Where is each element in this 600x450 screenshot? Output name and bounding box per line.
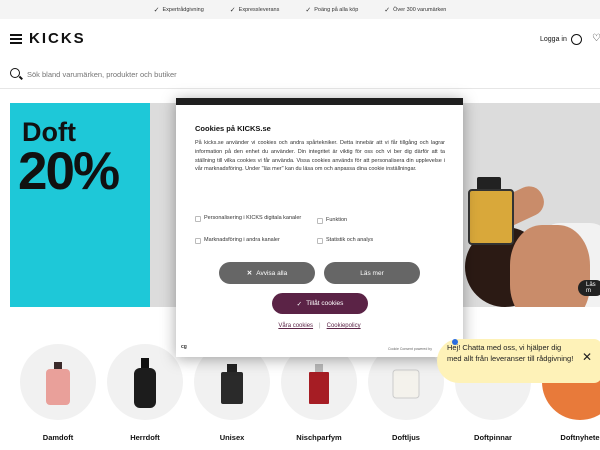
checkbox-icon [317,238,323,244]
hero-discount: 20% [18,142,120,201]
check-icon: ✓ [153,6,160,14]
site-header: KICKS Logga in ♡ [0,19,600,59]
check-icon: ✓ [384,6,391,14]
close-icon[interactable]: ✕ [582,351,592,362]
category-label: Nischparfym [296,433,342,442]
cookie-settings-logo[interactable]: cg [181,344,187,350]
hero-read-more-button[interactable]: Läs m [578,280,600,296]
cookie-links: Våra cookies | Cookiepolicy [278,323,361,329]
category-image [20,344,96,420]
category-label: Doftnyhete [560,433,600,442]
close-icon: ✕ [246,270,253,277]
search-icon [10,68,20,78]
category-unisex[interactable]: Unisex [193,344,271,442]
category-label: Damdoft [42,433,74,442]
kicks-logo[interactable]: KICKS [29,30,86,47]
category-nischparfym[interactable]: Nischparfym [280,344,358,442]
our-cookies-link[interactable]: Våra cookies [278,323,313,329]
usp-bar: ✓ Expertrådgivning ✓ Expressleverans ✓ Poän… [0,0,600,19]
category-herrdoft[interactable]: Herrdoft [106,344,184,442]
category-image [107,344,183,420]
chat-status-icon [452,339,458,345]
reject-all-button[interactable]: ✕ Avvisa alla [219,262,315,284]
usp-item: ✓ Expressleverans [229,6,280,14]
login-label: Logga in [540,36,567,43]
category-doftljus[interactable]: Doftljus [367,344,445,442]
cookie-option-personalization[interactable]: Personalisering i KICKS digitala kanaler [195,214,310,222]
category-label: Doftpinnar [474,433,512,442]
cookie-title: Cookies på KICKS.se [195,124,271,133]
cookie-consent-dialog: Cookies på KICKS.se På kicks.se använder… [176,98,463,357]
check-icon: ✓ [305,6,312,14]
perfume-bottle [468,189,514,245]
login-button[interactable]: Logga in [540,34,582,45]
checkbox-icon [317,218,323,224]
chat-message: Hej! Chatta med oss, vi hjälper dig med … [447,343,574,363]
cookie-option-marketing[interactable]: Marknadsföring i andra kanaler [195,236,280,244]
cookie-option-statistics[interactable]: Statistik och analys [317,236,373,244]
category-label: Unisex [219,433,245,442]
usp-item: ✓ Över 300 varumärken [384,6,447,14]
read-more-button[interactable]: Läs mer [324,262,420,284]
check-icon: ✓ [229,6,236,14]
checkbox-icon [195,216,201,222]
checkbox-icon [195,238,201,244]
category-label: Herrdoft [130,433,160,442]
check-icon: ✓ [296,300,303,308]
category-damdoft[interactable]: Damdoft [19,344,97,442]
favorites-icon[interactable]: ♡ [592,33,600,44]
search-input[interactable] [25,66,329,82]
hero-banner[interactable]: Doft 20% [10,103,150,307]
category-label: Doftljus [392,433,420,442]
usp-item: ✓ Expertrådgivning [153,6,204,14]
user-icon [570,34,582,45]
search-bar [0,60,600,89]
cookie-body: På kicks.se använder vi cookies och andr… [195,140,445,173]
cookie-option-function[interactable]: Funktion [317,216,347,224]
usp-item: ✓ Poäng på alla köp [305,6,359,14]
cookie-policy-link[interactable]: Cookiepolicy [327,323,361,329]
hero-face [510,225,590,307]
chat-bubble[interactable]: Hej! Chatta med oss, vi hjälper dig med … [437,339,600,383]
accept-cookies-button[interactable]: ✓ Tillåt cookies [272,293,368,314]
menu-icon[interactable] [10,34,22,44]
powered-by-label: Cookie Consent powered by [388,347,432,351]
